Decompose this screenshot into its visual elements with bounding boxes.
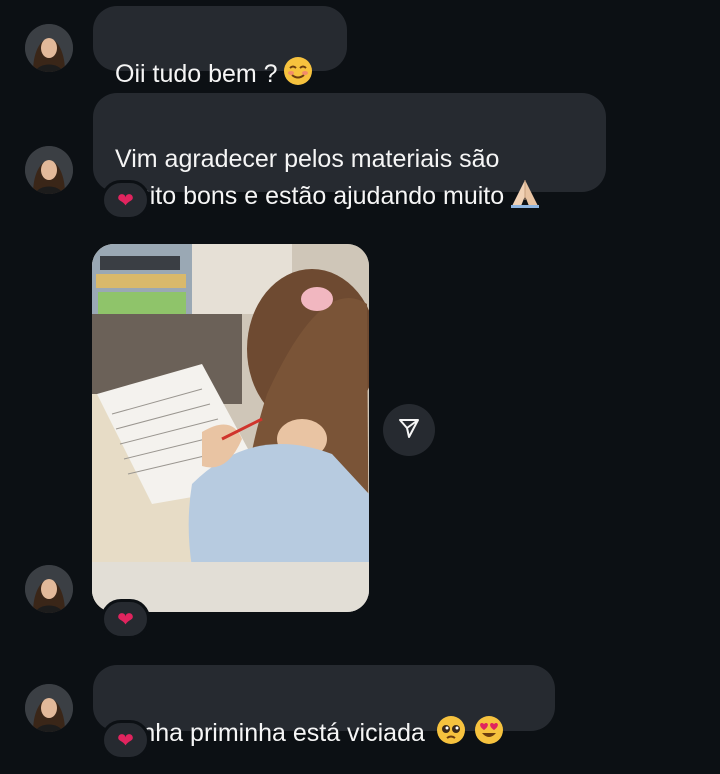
send-icon: [397, 416, 421, 445]
chat-thread: Oii tudo bem ? Vim agradecer pelos mater…: [0, 0, 720, 774]
message-bubble[interactable]: Oii tudo bem ?: [93, 6, 347, 88]
message-text: Oii tudo bem ?: [115, 60, 278, 89]
reaction-badge[interactable]: ❤: [101, 599, 150, 639]
reaction-badge[interactable]: ❤: [101, 720, 150, 760]
message-bubble[interactable]: Vim agradecer pelos materiais são muito …: [93, 93, 606, 210]
heart-reaction-icon: ❤: [117, 608, 134, 631]
reaction-badge[interactable]: ❤: [101, 180, 150, 220]
avatar[interactable]: [25, 565, 73, 613]
share-button[interactable]: [383, 404, 435, 456]
heart-reaction-icon: ❤: [117, 729, 134, 752]
folded-hands-icon: [508, 176, 542, 219]
avatar[interactable]: [25, 146, 73, 194]
pleading-face-icon: [435, 714, 467, 755]
message-text: Minha priminha está viciada: [115, 719, 425, 748]
avatar[interactable]: [25, 24, 73, 72]
relieved-face-icon: [282, 55, 314, 96]
avatar[interactable]: [25, 684, 73, 732]
shared-photo[interactable]: [92, 244, 369, 612]
message-text: Vim agradecer pelos materiais são muito …: [115, 145, 505, 211]
heart-eyes-face-icon: [473, 714, 505, 755]
heart-reaction-icon: ❤: [117, 189, 134, 212]
message-bubble[interactable]: Minha priminha está viciada: [93, 665, 555, 747]
